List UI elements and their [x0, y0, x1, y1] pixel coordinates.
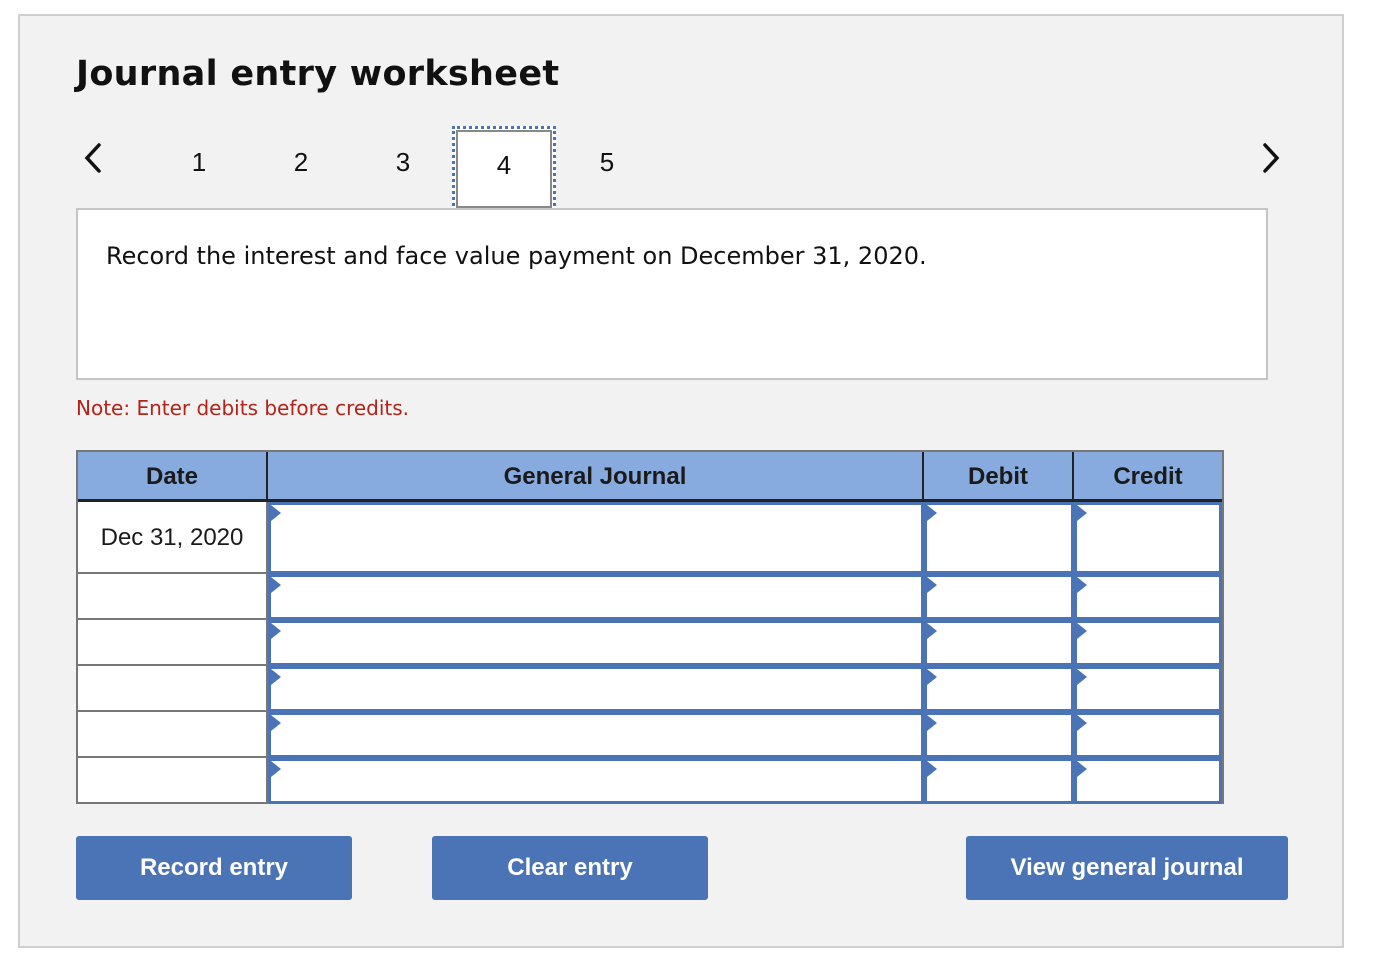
credit-input[interactable]	[1074, 502, 1222, 574]
date-cell	[78, 574, 268, 620]
account-input[interactable]	[268, 574, 924, 620]
debit-input[interactable]	[924, 502, 1074, 574]
date-cell: Dec 31, 2020	[78, 502, 268, 574]
dropdown-flag-icon	[1077, 761, 1087, 777]
page-title: Journal entry worksheet	[76, 54, 560, 94]
tab-3[interactable]: 3	[351, 126, 455, 212]
dropdown-flag-icon	[271, 761, 281, 777]
date-cell	[78, 666, 268, 712]
dropdown-flag-icon	[1077, 577, 1087, 593]
header-debit: Debit	[924, 452, 1074, 502]
credit-input[interactable]	[1074, 620, 1222, 666]
credit-input[interactable]	[1074, 666, 1222, 712]
description-box: Record the interest and face value payme…	[76, 208, 1268, 380]
debit-input[interactable]	[924, 574, 1074, 620]
dropdown-flag-icon	[271, 623, 281, 639]
dropdown-flag-icon	[927, 577, 937, 593]
dropdown-flag-icon	[1077, 669, 1087, 685]
tab-5[interactable]: 5	[555, 126, 659, 212]
dropdown-flag-icon	[271, 505, 281, 521]
credit-input[interactable]	[1074, 758, 1222, 804]
record-entry-button[interactable]: Record entry	[76, 836, 352, 900]
dropdown-flag-icon	[927, 669, 937, 685]
dropdown-flag-icon	[271, 669, 281, 685]
header-general-journal: General Journal	[268, 452, 924, 502]
dropdown-flag-icon	[927, 505, 937, 521]
debit-input[interactable]	[924, 758, 1074, 804]
chevron-right-icon	[1263, 143, 1280, 173]
date-cell	[78, 712, 268, 758]
prev-button[interactable]	[78, 140, 108, 176]
dropdown-flag-icon	[271, 715, 281, 731]
dropdown-flag-icon	[1077, 715, 1087, 731]
account-input[interactable]	[268, 712, 924, 758]
dropdown-flag-icon	[1077, 623, 1087, 639]
tab-4[interactable]: 4	[452, 126, 556, 212]
account-input[interactable]	[268, 620, 924, 666]
dropdown-flag-icon	[271, 577, 281, 593]
date-cell	[78, 758, 268, 804]
credit-input[interactable]	[1074, 574, 1222, 620]
tab-2[interactable]: 2	[249, 126, 353, 212]
tab-1[interactable]: 1	[147, 126, 251, 212]
view-general-journal-button[interactable]: View general journal	[966, 836, 1288, 900]
header-credit: Credit	[1074, 452, 1222, 502]
note-text: Note: Enter debits before credits.	[76, 396, 410, 420]
account-input[interactable]	[268, 666, 924, 712]
dropdown-flag-icon	[927, 623, 937, 639]
clear-entry-button[interactable]: Clear entry	[432, 836, 708, 900]
dropdown-flag-icon	[927, 761, 937, 777]
credit-input[interactable]	[1074, 712, 1222, 758]
description-text: Record the interest and face value payme…	[106, 242, 927, 270]
dropdown-flag-icon	[1077, 505, 1087, 521]
next-button[interactable]	[1256, 140, 1286, 176]
date-cell	[78, 620, 268, 666]
account-input[interactable]	[268, 758, 924, 804]
dropdown-flag-icon	[927, 715, 937, 731]
debit-input[interactable]	[924, 712, 1074, 758]
header-date: Date	[78, 452, 268, 502]
debit-input[interactable]	[924, 620, 1074, 666]
debit-input[interactable]	[924, 666, 1074, 712]
chevron-left-icon	[84, 143, 101, 173]
account-input[interactable]	[268, 502, 924, 574]
journal-table: Date General Journal Debit Credit Dec 31…	[76, 450, 1224, 804]
